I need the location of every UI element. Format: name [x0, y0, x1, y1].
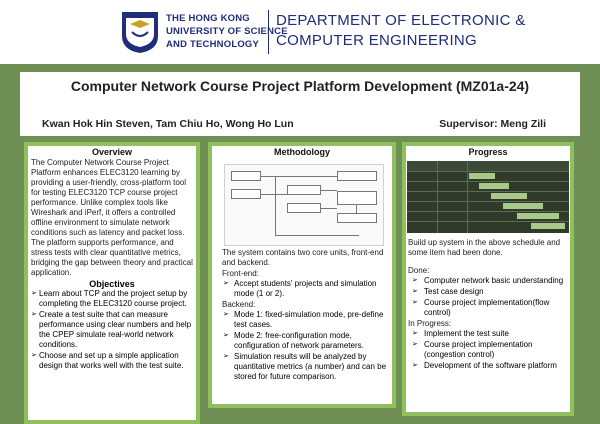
title-bar: Computer Network Course Project Platform…	[20, 72, 580, 136]
architecture-diagram	[224, 164, 384, 246]
backend-label: Backend:	[222, 300, 256, 309]
gantt-bar	[479, 183, 509, 189]
diagram-box	[231, 189, 261, 199]
diagram-box	[337, 213, 377, 223]
gantt-gridline	[437, 161, 438, 233]
overview-text: The Computer Network Course Project Plat…	[31, 158, 193, 277]
methodology-panel: Methodology The system contains two core…	[208, 142, 396, 408]
gantt-bar	[491, 193, 527, 199]
in-progress-item: Course project implementation (congestio…	[408, 340, 572, 360]
objectives-heading: Objectives	[89, 279, 135, 289]
in-progress-item: Implement the test suite	[408, 329, 572, 339]
gantt-gridline	[407, 191, 569, 192]
objectives-list: Learn about TCP and the project setup by…	[28, 289, 196, 371]
gantt-bar	[503, 203, 543, 209]
backend-item: Mode 2: free-configuration mode, configu…	[222, 331, 392, 351]
methodology-intro: The system contains two core units, fron…	[222, 248, 384, 267]
diagram-box	[287, 185, 321, 195]
frontend-label: Front-end:	[222, 269, 259, 278]
gantt-bar	[531, 223, 565, 229]
gantt-gridline	[407, 171, 569, 172]
gantt-gridline	[407, 221, 569, 222]
progress-panel: Progress Build up system in the above sc…	[402, 142, 574, 416]
overview-panel: Overview The Computer Network Course Pro…	[24, 142, 200, 424]
progress-heading: Progress	[468, 147, 508, 157]
supervisor: Supervisor: Meng Zili	[439, 118, 546, 130]
diagram-connector	[321, 208, 337, 209]
methodology-text: The system contains two core units, fron…	[222, 248, 392, 383]
header: THE HONG KONG UNIVERSITY OF SCIENCE AND …	[0, 0, 600, 64]
diagram-box	[337, 191, 377, 205]
department-name: DEPARTMENT OF ELECTRONIC & COMPUTER ENGI…	[276, 12, 526, 49]
objective-item: Learn about TCP and the project setup by…	[31, 289, 193, 309]
objective-item: Choose and set up a simple application d…	[31, 351, 193, 371]
gantt-gridline	[467, 161, 468, 233]
backend-item: Mode 1: fixed-simulation mode, pre-defin…	[222, 310, 392, 330]
done-item: Test case design	[408, 287, 572, 297]
gantt-gridline	[407, 181, 569, 182]
done-item: Course project implementation(flow contr…	[408, 298, 572, 318]
done-label: Done:	[408, 266, 430, 275]
diagram-box	[287, 203, 321, 213]
gantt-header	[407, 161, 569, 171]
gantt-gridline	[407, 201, 569, 202]
hkust-logo-icon	[122, 12, 158, 53]
gantt-gridline	[407, 211, 569, 212]
in-progress-label: In Progress:	[408, 319, 452, 328]
diagram-connector	[275, 176, 276, 236]
progress-text: Build up system in the above schedule an…	[408, 238, 572, 372]
schedule-gantt-chart	[407, 161, 569, 233]
methodology-heading: Methodology	[274, 147, 330, 157]
diagram-box	[337, 171, 377, 181]
diagram-connector	[261, 194, 287, 195]
diagram-connector	[275, 235, 359, 236]
authors: Kwan Hok Hin Steven, Tam Chiu Ho, Wong H…	[42, 118, 294, 130]
poster-title: Computer Network Course Project Platform…	[70, 78, 530, 94]
frontend-list: Accept students' projects and simulation…	[222, 279, 392, 299]
diagram-box	[231, 171, 261, 181]
backend-list: Mode 1: fixed-simulation mode, pre-defin…	[222, 310, 392, 382]
in-progress-list: Implement the test suite Course project …	[408, 329, 572, 371]
objective-item: Create a test suite that can measure per…	[31, 310, 193, 350]
progress-intro: Build up system in the above schedule an…	[408, 238, 561, 257]
done-item: Computer network basic understanding	[408, 276, 572, 286]
gantt-bar	[517, 213, 559, 219]
frontend-item: Accept students' projects and simulation…	[222, 279, 392, 299]
gantt-bar	[469, 173, 495, 179]
diagram-connector	[261, 176, 337, 177]
university-name: THE HONG KONG UNIVERSITY OF SCIENCE AND …	[166, 13, 288, 50]
in-progress-item: Development of the software platform	[408, 361, 572, 371]
overview-heading: Overview	[91, 147, 133, 157]
diagram-connector	[356, 205, 357, 213]
done-list: Computer network basic understanding Tes…	[408, 276, 572, 318]
header-divider	[268, 10, 269, 54]
diagram-connector	[321, 190, 337, 191]
backend-item: Simulation results will be analyzed by q…	[222, 352, 392, 382]
